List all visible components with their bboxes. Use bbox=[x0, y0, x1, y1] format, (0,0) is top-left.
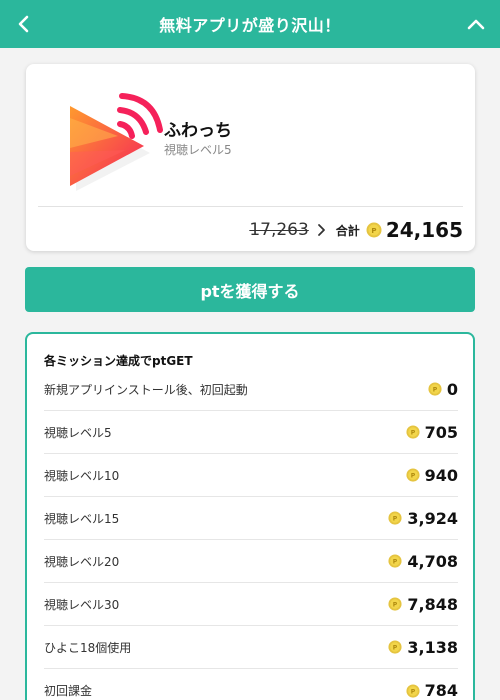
chevron-left-icon bbox=[18, 15, 29, 33]
mission-label: 視聴レベル5 bbox=[44, 425, 112, 440]
mission-row: ひよこ18個使用 P 3,138 bbox=[44, 626, 458, 669]
get-points-button[interactable]: ptを獲得する bbox=[25, 267, 475, 312]
mission-list: 各ミッション達成でptGET 新規アプリインストール後、初回起動 P 0 視聴レ… bbox=[25, 332, 475, 700]
mission-row: 視聴レベル15 P 3,924 bbox=[44, 497, 458, 540]
page-title: 無料アプリが盛り沢山！ bbox=[159, 16, 341, 35]
mission-label: 視聴レベル20 bbox=[44, 554, 120, 569]
mission-row: 視聴レベル5 P 705 bbox=[44, 411, 458, 454]
mission-label: 新規アプリインストール後、初回起動 bbox=[44, 382, 248, 397]
svg-text:P: P bbox=[393, 559, 398, 566]
svg-text:P: P bbox=[410, 473, 415, 480]
svg-text:P: P bbox=[410, 688, 415, 695]
app-subtitle: 視聴レベル5 bbox=[164, 143, 232, 157]
mission-points: 4,708 bbox=[407, 551, 458, 571]
mission-label: 視聴レベル30 bbox=[44, 597, 120, 612]
point-coin-icon: P bbox=[388, 554, 402, 568]
app-card[interactable]: ふわっち 視聴レベル5 17,263 合計 P 24,165 bbox=[26, 64, 475, 251]
collapse-button[interactable] bbox=[452, 0, 500, 48]
chevron-up-icon bbox=[467, 19, 485, 30]
point-coin-icon: P bbox=[428, 382, 442, 396]
svg-text:P: P bbox=[371, 227, 376, 235]
mission-row: 新規アプリインストール後、初回起動 P 0 bbox=[44, 368, 458, 411]
mission-heading: 各ミッション達成でptGET bbox=[44, 354, 193, 368]
mission-points: 705 bbox=[424, 422, 458, 442]
mission-label: 初回課金 bbox=[44, 684, 93, 698]
divider bbox=[38, 206, 463, 207]
mission-row: 視聴レベル20 P 4,708 bbox=[44, 540, 458, 583]
svg-text:P: P bbox=[393, 516, 398, 523]
mission-label: 視聴レベル15 bbox=[44, 511, 120, 526]
point-coin-icon: P bbox=[366, 222, 382, 238]
point-coin-icon: P bbox=[406, 683, 420, 698]
app-name: ふわっち bbox=[164, 121, 232, 141]
mission-label: 視聴レベル10 bbox=[44, 468, 120, 483]
total-points: 24,165 bbox=[385, 218, 463, 242]
old-points: 17,263 bbox=[249, 220, 309, 240]
mission-points: 3,138 bbox=[407, 637, 458, 657]
mission-row: 初回課金 P 784 bbox=[44, 669, 458, 700]
mission-points: 940 bbox=[424, 465, 458, 485]
mission-points: 3,924 bbox=[407, 508, 458, 528]
point-coin-icon: P bbox=[388, 597, 402, 611]
point-coin-icon: P bbox=[388, 511, 402, 525]
svg-text:P: P bbox=[393, 645, 398, 652]
fuwacchi-app-icon bbox=[70, 93, 163, 191]
svg-text:P: P bbox=[393, 602, 398, 609]
header-bar: 無料アプリが盛り沢山！ bbox=[0, 0, 500, 48]
svg-text:P: P bbox=[433, 387, 438, 394]
mission-points: 0 bbox=[446, 379, 458, 399]
chevron-right-icon bbox=[317, 223, 326, 237]
mission-points: 784 bbox=[424, 681, 458, 700]
point-coin-icon: P bbox=[406, 425, 420, 439]
points-summary: 17,263 合計 P 24,165 bbox=[249, 215, 463, 245]
mission-row: 視聴レベル30 P 7,848 bbox=[44, 583, 458, 626]
mission-row: 視聴レベル10 P 940 bbox=[44, 454, 458, 497]
point-coin-icon: P bbox=[388, 640, 402, 654]
point-coin-icon: P bbox=[406, 468, 420, 482]
total-label: 合計 bbox=[335, 223, 360, 238]
back-button[interactable] bbox=[0, 0, 48, 48]
svg-text:P: P bbox=[410, 430, 415, 437]
mission-points: 7,848 bbox=[407, 594, 458, 614]
mission-label: ひよこ18個使用 bbox=[44, 640, 132, 655]
